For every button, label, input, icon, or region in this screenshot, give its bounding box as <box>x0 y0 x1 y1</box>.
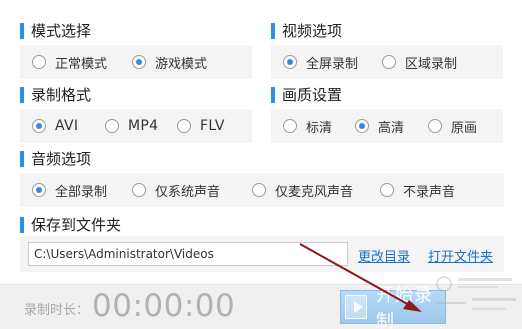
format-avi-radio[interactable]: AVI <box>32 109 78 143</box>
mode-game-radio[interactable]: 游戏模式 <box>132 45 207 79</box>
open-folder-link[interactable]: 打开文件夹 <box>428 246 493 265</box>
radio-indicator <box>380 183 394 197</box>
mode-section-title: 模式选择 <box>20 22 91 40</box>
format-flv-radio[interactable]: FLV <box>177 109 225 143</box>
save-path-row: 更改目录 打开文件夹 <box>20 236 504 272</box>
audio-section-title: 音频选项 <box>20 150 91 168</box>
recording-footer: 录制时长： 00:00:00 开始录制 <box>0 284 522 329</box>
format-mp4-radio[interactable]: MP4 <box>105 109 158 143</box>
start-recording-label: 开始录制 <box>375 285 433 329</box>
radio-label: 全屏录制 <box>306 56 359 72</box>
radio-label: 仅系统声音 <box>155 184 221 200</box>
quality-section-title: 画质设置 <box>271 86 342 104</box>
audio-mic-radio[interactable]: 仅麦克风声音 <box>252 173 353 207</box>
audio-system-radio[interactable]: 仅系统声音 <box>132 173 220 207</box>
radio-indicator <box>355 119 369 133</box>
mode-options-group: 正常模式 游戏模式 <box>20 45 252 79</box>
audio-options-group: 全部录制 仅系统声音 仅麦克风声音 不录声音 <box>20 173 504 207</box>
save-section-title: 保存到文件夹 <box>20 216 121 234</box>
radio-indicator <box>32 55 46 69</box>
radio-indicator <box>252 183 266 197</box>
quality-sd-radio[interactable]: 标清 <box>283 109 332 143</box>
radio-indicator <box>177 119 191 133</box>
radio-label: 游戏模式 <box>155 56 208 72</box>
radio-indicator <box>382 55 396 69</box>
change-directory-link[interactable]: 更改目录 <box>358 246 410 265</box>
recording-duration-value: 00:00:00 <box>92 288 236 324</box>
radio-label: FLV <box>200 118 225 134</box>
video-options-group: 全屏录制 区域录制 <box>271 45 503 79</box>
quality-original-radio[interactable]: 原画 <box>428 109 477 143</box>
recording-duration-label: 录制时长： <box>24 303 90 318</box>
video-fullscreen-radio[interactable]: 全屏录制 <box>283 45 358 79</box>
play-icon <box>345 295 367 319</box>
radio-label: 原画 <box>451 120 478 136</box>
format-section-title: 录制格式 <box>20 86 91 104</box>
radio-indicator <box>132 183 146 197</box>
radio-label: 正常模式 <box>55 56 108 72</box>
radio-label: 仅麦克风声音 <box>275 184 354 200</box>
format-options-group: AVI MP4 FLV <box>20 109 252 143</box>
radio-label: 高清 <box>378 120 405 136</box>
radio-indicator <box>32 119 46 133</box>
quality-options-group: 标清 高清 原画 <box>271 109 503 143</box>
audio-all-radio[interactable]: 全部录制 <box>32 173 107 207</box>
start-recording-button[interactable]: 开始录制 <box>340 285 446 329</box>
radio-indicator <box>428 119 442 133</box>
radio-indicator <box>105 119 119 133</box>
audio-none-radio[interactable]: 不录声音 <box>380 173 455 207</box>
radio-indicator <box>283 55 297 69</box>
save-path-input[interactable] <box>28 242 348 266</box>
radio-indicator <box>32 183 46 197</box>
recorder-settings-panel: 模式选择 正常模式 游戏模式 视频选项 全屏录制 区域录制 录制格式 AVI M <box>0 0 522 284</box>
quality-hd-radio[interactable]: 高清 <box>355 109 404 143</box>
radio-label: AVI <box>55 118 79 134</box>
mode-normal-radio[interactable]: 正常模式 <box>32 45 107 79</box>
radio-label: 全部录制 <box>55 184 108 200</box>
radio-label: 不录声音 <box>403 184 456 200</box>
video-region-radio[interactable]: 区域录制 <box>382 45 457 79</box>
video-section-title: 视频选项 <box>271 22 342 40</box>
radio-label: 区域录制 <box>405 56 458 72</box>
radio-indicator <box>132 55 146 69</box>
radio-indicator <box>283 119 297 133</box>
radio-label: MP4 <box>128 118 159 134</box>
radio-label: 标清 <box>306 120 333 136</box>
